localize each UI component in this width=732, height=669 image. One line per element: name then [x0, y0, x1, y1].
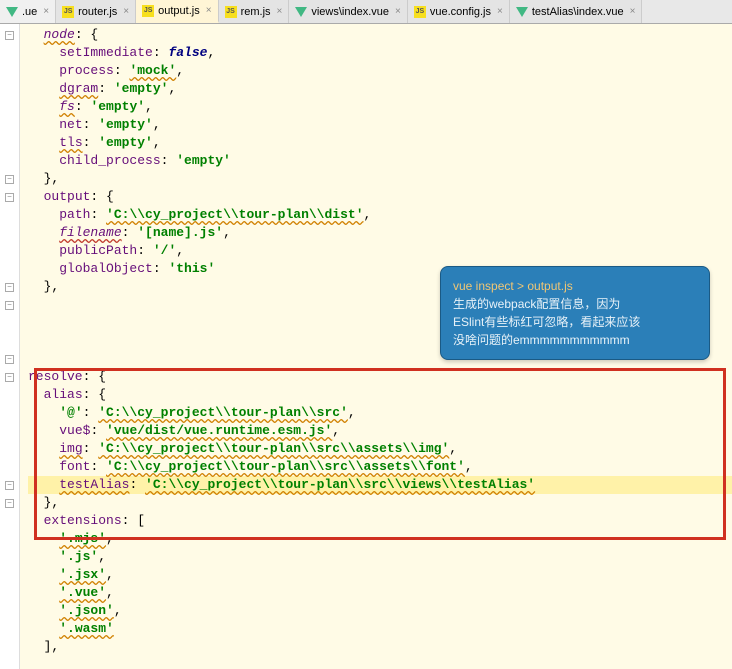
fold-icon[interactable]: − — [5, 301, 14, 310]
callout-line: ESlint有些标红可忽略，看起来应该 — [453, 313, 697, 331]
tab-label: output.js — [158, 5, 200, 17]
tab-vue-config[interactable]: JS vue.config.js × — [408, 0, 510, 23]
fold-icon[interactable]: − — [5, 193, 14, 202]
callout-line: 生成的webpack配置信息，因为 — [453, 295, 697, 313]
tab-label: vue.config.js — [430, 6, 491, 18]
vue-icon — [6, 7, 18, 17]
vue-icon — [516, 7, 528, 17]
tab-partial[interactable]: .ue × — [0, 0, 56, 23]
fold-icon[interactable]: − — [5, 31, 14, 40]
js-icon: JS — [225, 6, 237, 18]
tab-rem[interactable]: JS rem.js × — [219, 0, 290, 23]
fold-icon[interactable]: − — [5, 481, 14, 490]
tab-output[interactable]: JS output.js × — [136, 0, 218, 23]
tab-label: views\index.vue — [311, 6, 389, 18]
tab-label: rem.js — [241, 6, 271, 18]
editor: − − − − − − − − − node: { setImmediate: … — [0, 24, 732, 669]
close-icon[interactable]: × — [43, 6, 49, 17]
fold-icon[interactable]: − — [5, 355, 14, 364]
callout-line: 没啥问题的emmmmmmmmmmm — [453, 331, 697, 349]
fold-icon[interactable]: − — [5, 373, 14, 382]
js-icon: JS — [62, 6, 74, 18]
close-icon[interactable]: × — [395, 6, 401, 17]
close-icon[interactable]: × — [277, 6, 283, 17]
vue-icon — [295, 7, 307, 17]
close-icon[interactable]: × — [123, 6, 129, 17]
close-icon[interactable]: × — [497, 6, 503, 17]
tab-testalias-index[interactable]: testAlias\index.vue × — [510, 0, 643, 23]
tab-label: .ue — [22, 6, 37, 18]
callout-cmd: vue inspect > output.js — [453, 277, 697, 295]
js-icon: JS — [414, 6, 426, 18]
close-icon[interactable]: × — [630, 6, 636, 17]
fold-icon[interactable]: − — [5, 499, 14, 508]
fold-icon[interactable]: − — [5, 175, 14, 184]
tab-label: testAlias\index.vue — [532, 6, 624, 18]
tab-label: router.js — [78, 6, 117, 18]
tab-views-index[interactable]: views\index.vue × — [289, 0, 408, 23]
tab-router[interactable]: JS router.js × — [56, 0, 136, 23]
fold-icon[interactable]: − — [5, 283, 14, 292]
close-icon[interactable]: × — [206, 5, 212, 16]
code-area[interactable]: node: { setImmediate: false, process: 'm… — [20, 24, 732, 669]
js-icon: JS — [142, 5, 154, 17]
gutter: − − − − − − − − − — [0, 24, 20, 669]
annotation-callout: vue inspect > output.js 生成的webpack配置信息，因… — [440, 266, 710, 360]
tab-bar: .ue × JS router.js × JS output.js × JS r… — [0, 0, 732, 24]
